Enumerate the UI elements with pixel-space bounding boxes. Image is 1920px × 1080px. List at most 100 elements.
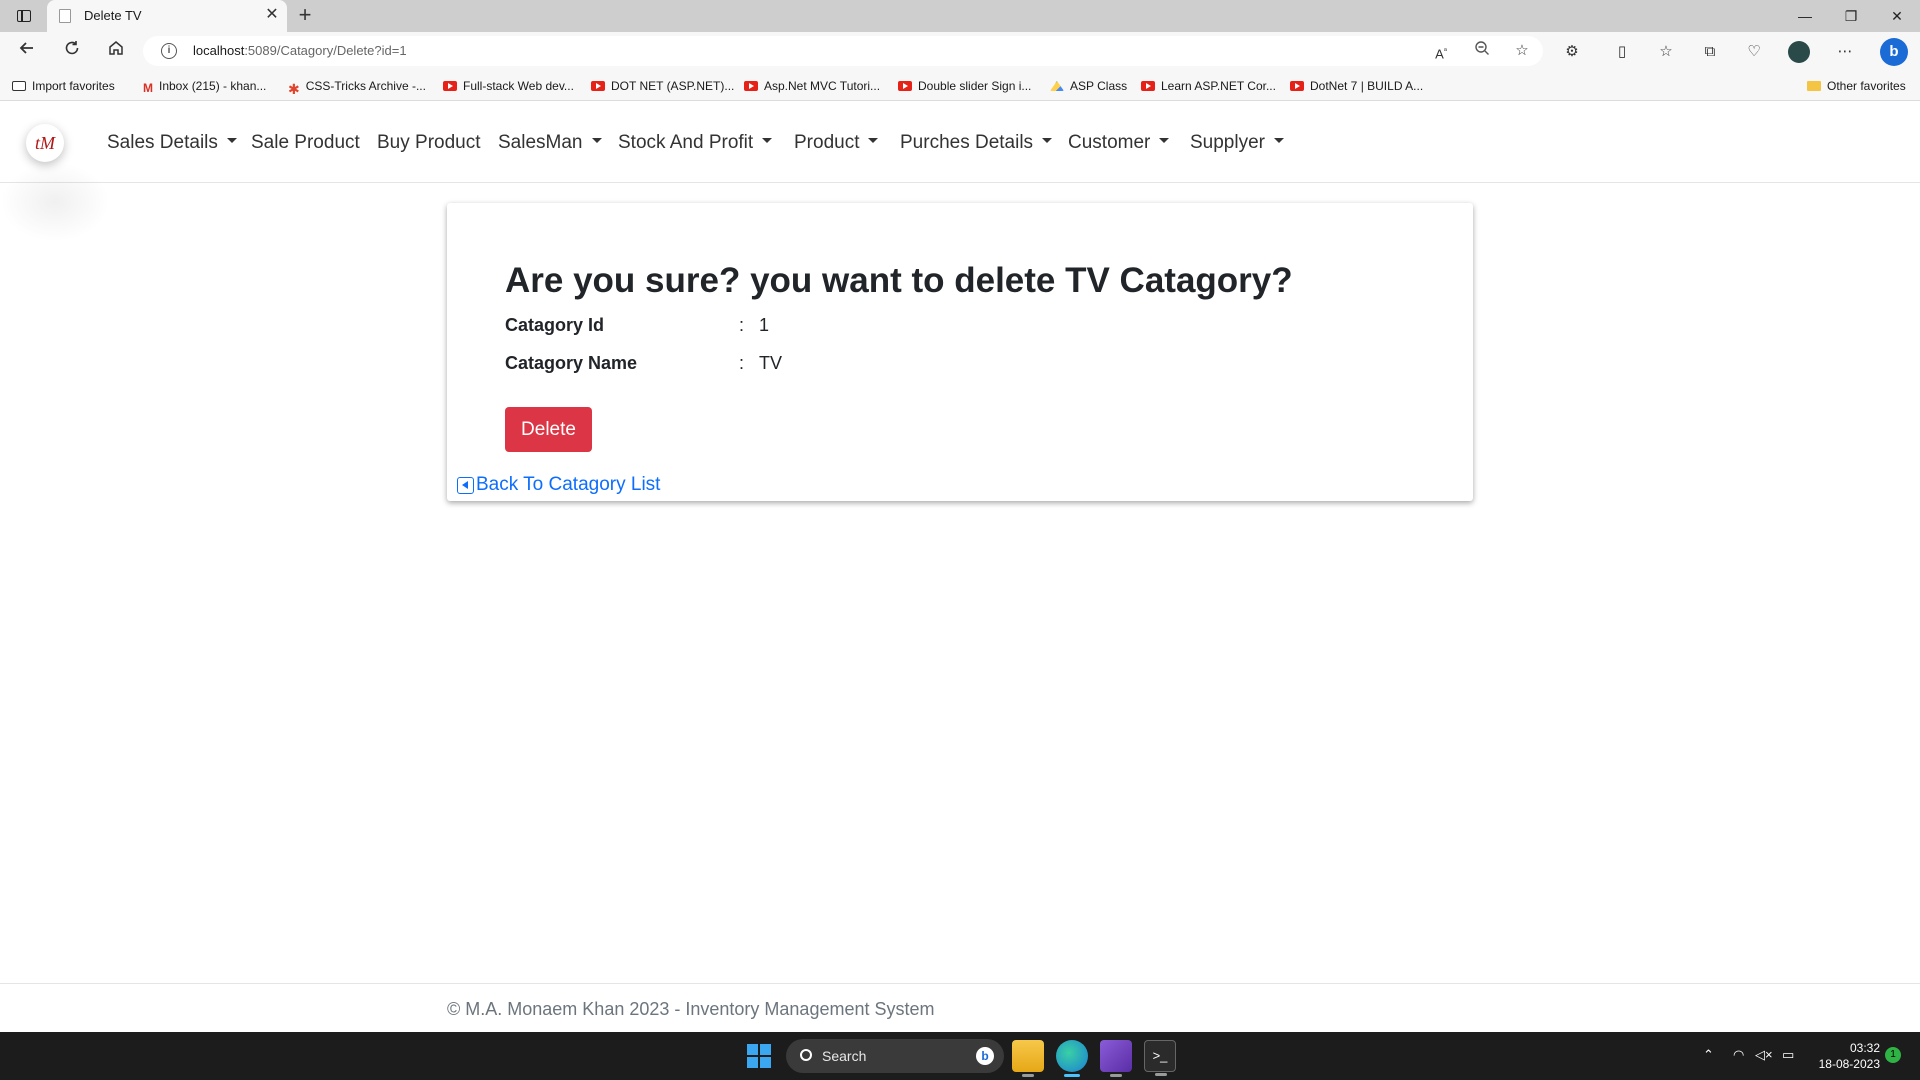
fav-label: ASP Class <box>1070 79 1128 93</box>
bing-copilot-icon[interactable]: b <box>1880 38 1908 66</box>
home-icon <box>109 41 123 55</box>
caret-down-icon <box>762 138 773 144</box>
active-tab[interactable]: Delete TV ✕ <box>47 0 287 32</box>
caret-left-square-icon <box>457 476 474 494</box>
url-host: localhost <box>193 43 245 58</box>
fav-label: DOT NET (ASP.NET)... <box>611 79 735 93</box>
tab-title: Delete TV <box>84 8 142 23</box>
new-tab-button[interactable]: + <box>292 3 318 29</box>
fav-import-favorites[interactable]: Import favorites <box>12 77 115 95</box>
clock-date[interactable]: 18-08-2023 <box>1812 1057 1880 1071</box>
active-indicator <box>1064 1074 1080 1077</box>
search-label: Search <box>822 1048 867 1064</box>
windows-logo-icon <box>760 1044 771 1055</box>
volume-muted-icon[interactable]: ◁× <box>1755 1047 1773 1063</box>
back-to-list-link[interactable]: Back To Catagory List <box>457 474 660 496</box>
google-drive-icon <box>1050 81 1064 91</box>
profile-avatar[interactable] <box>1788 41 1810 63</box>
terminal-icon[interactable]: >_ <box>1144 1040 1176 1076</box>
split-screen-icon[interactable]: ▯ <box>1611 41 1633 63</box>
favorite-star-icon[interactable]: ☆ <box>1511 40 1533 62</box>
start-button[interactable] <box>747 1044 771 1068</box>
fav-dotnet[interactable]: DOT NET (ASP.NET)... <box>591 77 734 95</box>
fav-css-tricks[interactable]: ✱ CSS-Tricks Archive -... <box>288 77 426 97</box>
refresh-button[interactable] <box>58 37 86 65</box>
read-aloud-icon[interactable]: Aᵃ <box>1430 40 1452 62</box>
taskbar-search[interactable]: Search b <box>786 1039 1004 1073</box>
fav-other-favorites[interactable]: Other favorites <box>1807 77 1906 95</box>
visual-studio-icon[interactable] <box>1100 1040 1132 1077</box>
caret-down-icon <box>226 138 237 144</box>
nav-buy-product[interactable]: Buy Product <box>377 132 481 154</box>
site-info-icon[interactable]: i <box>161 43 177 59</box>
favorites-icon[interactable]: ☆ <box>1655 41 1677 63</box>
more-menu-icon[interactable]: ⋯ <box>1834 41 1856 63</box>
fav-dotnet7[interactable]: DotNet 7 | BUILD A... <box>1290 77 1423 95</box>
site-navbar: tM Sales Details Sale Product Buy Produc… <box>0 102 1920 242</box>
nav-product[interactable]: Product <box>794 132 879 154</box>
field-separator: : <box>739 315 745 335</box>
page-favicon-icon <box>59 9 71 23</box>
delete-button[interactable]: Delete <box>505 407 592 452</box>
css-tricks-icon: ✱ <box>288 81 300 97</box>
clock-time[interactable]: 03:32 <box>1840 1041 1880 1055</box>
home-button[interactable] <box>102 37 130 65</box>
wifi-icon[interactable]: ◠ <box>1733 1047 1744 1063</box>
fav-learn-aspnet[interactable]: Learn ASP.NET Cor... <box>1141 77 1276 95</box>
close-tab-button[interactable]: ✕ <box>262 5 282 25</box>
window-close-button[interactable]: ✕ <box>1874 0 1920 32</box>
fav-label: Double slider Sign i... <box>918 79 1032 93</box>
windows-logo-icon <box>760 1057 771 1068</box>
back-button[interactable] <box>13 37 41 65</box>
file-explorer-icon[interactable] <box>1012 1040 1044 1077</box>
fav-label: DotNet 7 | BUILD A... <box>1310 79 1424 93</box>
nav-salesman[interactable]: SalesMan <box>498 132 602 154</box>
zoom-icon[interactable] <box>1471 40 1493 62</box>
nav-supplyer[interactable]: Supplyer <box>1190 132 1284 154</box>
caret-down-icon <box>1159 138 1170 144</box>
nav-sale-product[interactable]: Sale Product <box>251 132 360 154</box>
fav-asp-class[interactable]: ASP Class <box>1050 77 1127 95</box>
extensions-icon[interactable]: ⚙ <box>1561 41 1583 63</box>
fav-gmail-inbox[interactable]: M Inbox (215) - khan... <box>143 77 266 95</box>
browser-essentials-icon[interactable]: ♡ <box>1743 41 1765 63</box>
folder-icon <box>1807 81 1821 91</box>
back-arrow-icon <box>19 42 33 54</box>
address-toolbar: i localhost:5089/Catagory/Delete?id=1 Aᵃ… <box>0 32 1920 69</box>
field-label-catagory-name: Catagory Name <box>505 353 638 373</box>
site-logo[interactable]: tM <box>26 124 64 162</box>
youtube-icon <box>1141 81 1155 91</box>
fav-label: Full-stack Web dev... <box>463 79 574 93</box>
youtube-icon <box>744 81 758 91</box>
url-field[interactable]: i localhost:5089/Catagory/Delete?id=1 Aᵃ… <box>143 36 1543 66</box>
restore-button[interactable]: ❐ <box>1828 0 1874 32</box>
nav-sales-details[interactable]: Sales Details <box>107 132 237 154</box>
windows-logo-icon <box>747 1057 758 1068</box>
fav-aspnet-mvc[interactable]: Asp.Net MVC Tutori... <box>744 77 880 95</box>
collections-icon[interactable]: ⧉ <box>1699 41 1721 63</box>
tab-actions-button[interactable] <box>10 4 38 28</box>
nav-label: Customer <box>1068 132 1151 153</box>
youtube-icon <box>443 81 457 91</box>
field-value-catagory-id: 1 <box>759 315 770 335</box>
field-value-catagory-name: TV <box>759 353 783 373</box>
nav-purches-details[interactable]: Purches Details <box>900 132 1053 154</box>
gmail-icon: M <box>143 81 153 95</box>
edge-browser-icon[interactable] <box>1056 1040 1088 1077</box>
nav-customer[interactable]: Customer <box>1068 132 1170 154</box>
fav-double-slider[interactable]: Double slider Sign i... <box>898 77 1031 95</box>
nav-label: Sales Details <box>107 132 218 153</box>
notification-badge[interactable]: 1 <box>1885 1047 1901 1063</box>
field-label-catagory-id: Catagory Id <box>505 315 605 335</box>
fav-fullstack[interactable]: Full-stack Web dev... <box>443 77 574 95</box>
fav-label: Asp.Net MVC Tutori... <box>764 79 881 93</box>
running-indicator <box>1110 1074 1122 1077</box>
fav-label: Other favorites <box>1827 79 1906 93</box>
battery-icon[interactable]: ▭ <box>1782 1047 1794 1063</box>
show-hidden-icons-chevron-icon[interactable]: ⌃ <box>1703 1047 1714 1063</box>
footer-copyright: © M.A. Monaem Khan 2023 - Inventory Mana… <box>447 999 935 1019</box>
back-link-label: Back To Catagory List <box>476 474 661 495</box>
minimize-button[interactable]: — <box>1782 0 1828 32</box>
nav-stock-and-profit[interactable]: Stock And Profit <box>618 132 773 154</box>
nav-label: Purches Details <box>900 132 1034 153</box>
